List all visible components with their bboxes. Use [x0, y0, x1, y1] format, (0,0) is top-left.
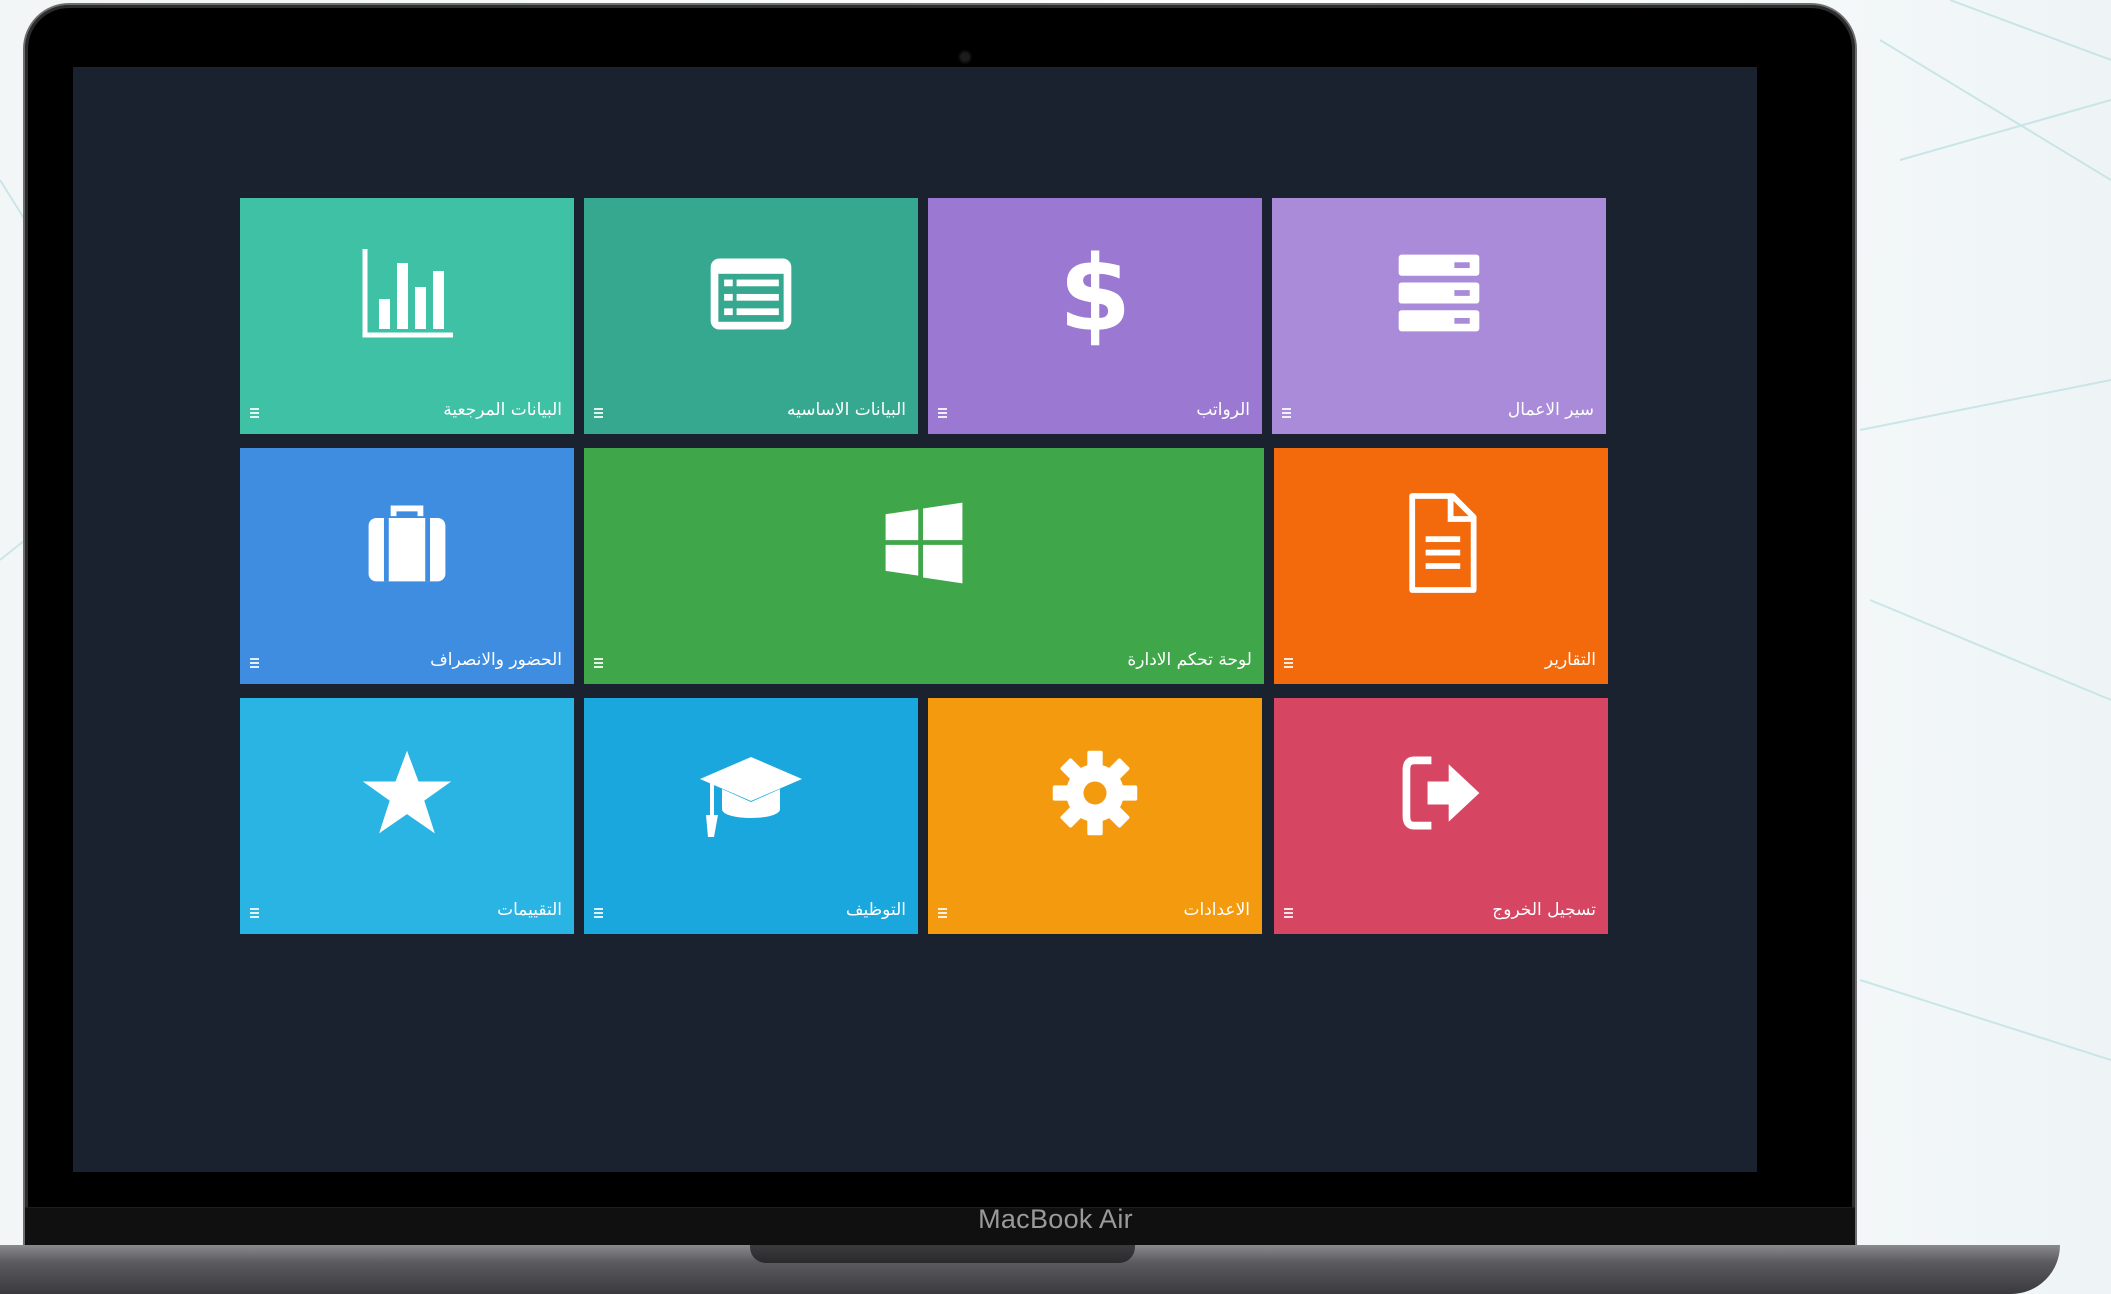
svg-text:$: $: [1059, 238, 1131, 348]
briefcase-icon: [352, 488, 462, 598]
menu-icon[interactable]: [1282, 408, 1291, 418]
tile-label: الاعدادات: [1183, 900, 1250, 920]
bar-chart-icon: [352, 238, 462, 348]
menu-icon[interactable]: [594, 408, 603, 418]
menu-icon[interactable]: [250, 658, 259, 668]
tile-label: سير الاعمال: [1507, 400, 1594, 420]
list-table-icon: [696, 238, 806, 348]
tile-label: التقييمات: [497, 900, 562, 920]
tile-label: البيانات الاساسيه: [787, 400, 906, 420]
tile-logout[interactable]: تسجيل الخروج: [1274, 698, 1608, 934]
menu-icon[interactable]: [1284, 908, 1293, 918]
tile-admin-dashboard[interactable]: لوحة تحكم الادارة: [584, 448, 1264, 684]
menu-icon[interactable]: [1284, 658, 1293, 668]
tile-label: التقارير: [1544, 650, 1596, 670]
dollar-icon: $: [1040, 238, 1150, 348]
tile-label: تسجيل الخروج: [1492, 900, 1596, 920]
tile-salaries[interactable]: $ الرواتب: [928, 198, 1262, 434]
graduation-cap-icon: [696, 738, 806, 848]
tile-settings[interactable]: الاعدادات: [928, 698, 1262, 934]
server-stack-icon: [1384, 238, 1494, 348]
menu-icon[interactable]: [250, 908, 259, 918]
device-model-label: MacBook Air: [978, 1204, 1133, 1234]
menu-icon[interactable]: [250, 408, 259, 418]
gear-icon: [1040, 738, 1150, 848]
tile-reference-data[interactable]: البيانات المرجعية: [240, 198, 574, 434]
tile-attendance[interactable]: الحضور والانصراف: [240, 448, 574, 684]
star-icon: [352, 738, 462, 848]
tile-reports[interactable]: التقارير: [1274, 448, 1608, 684]
tile-label: الحضور والانصراف: [430, 650, 562, 670]
tile-evaluations[interactable]: التقييمات: [240, 698, 574, 934]
document-icon: [1386, 488, 1496, 598]
tile-basic-data[interactable]: البيانات الاساسيه: [584, 198, 918, 434]
menu-icon[interactable]: [594, 658, 603, 668]
tile-label: التوظيف: [845, 900, 906, 920]
sign-out-icon: [1386, 738, 1496, 848]
tile-workflow[interactable]: سير الاعمال: [1272, 198, 1606, 434]
tile-label: البيانات المرجعية: [443, 400, 562, 420]
tile-label: لوحة تحكم الادارة: [1127, 650, 1252, 670]
windows-logo-icon: [869, 488, 979, 598]
camera-icon: [960, 52, 970, 62]
menu-icon[interactable]: [938, 408, 947, 418]
tile-label: الرواتب: [1196, 400, 1250, 420]
menu-icon[interactable]: [938, 908, 947, 918]
laptop-hinge-notch: [750, 1245, 1135, 1263]
tile-employment[interactable]: التوظيف: [584, 698, 918, 934]
dashboard-tiles: البيانات المرجعية البيانات الاساسيه $ ال: [240, 198, 1608, 934]
menu-icon[interactable]: [594, 908, 603, 918]
